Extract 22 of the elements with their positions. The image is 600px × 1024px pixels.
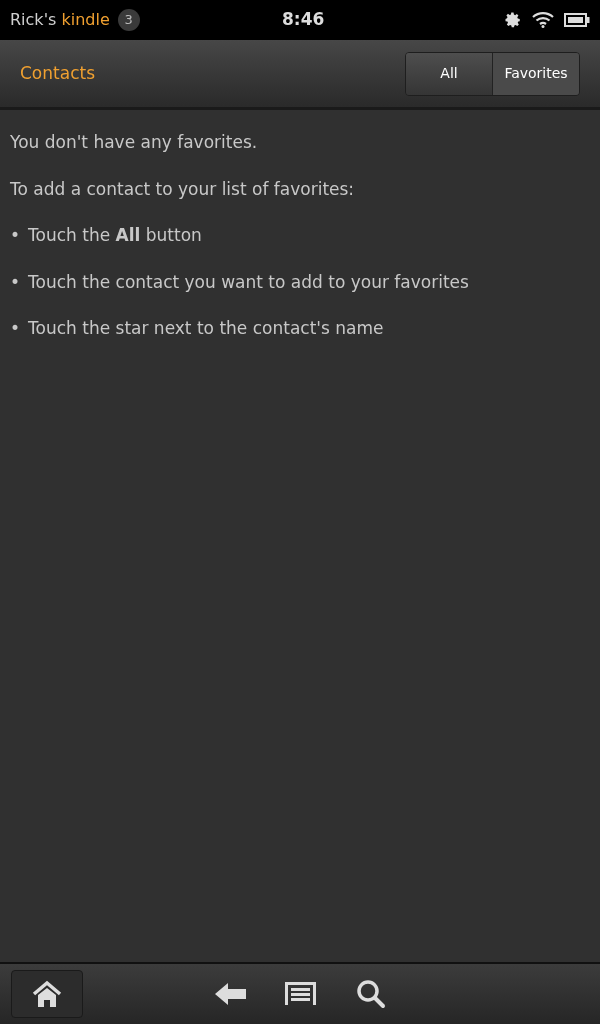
- clock: 8:46: [282, 8, 325, 32]
- instructions: To add a contact to your list of favorites:: [10, 177, 356, 201]
- wifi-icon: [532, 12, 554, 28]
- settings-icon[interactable]: [504, 11, 522, 29]
- battery-icon: [564, 13, 590, 27]
- bullet: •: [10, 224, 21, 247]
- device-name: Rick's kindle: [10, 9, 110, 31]
- search-icon[interactable]: [356, 979, 386, 1009]
- page-title: Contacts: [20, 61, 95, 85]
- menu-icon[interactable]: [285, 982, 316, 1006]
- empty-message: You don't have any favorites.: [10, 131, 259, 154]
- tab[interactable]: Favorites: [492, 52, 579, 95]
- back-icon[interactable]: [215, 982, 247, 1006]
- step-text: Touch the star next to the contact's name: [28, 317, 384, 340]
- step-text: Touch the All button: [28, 224, 202, 247]
- home-icon: [31, 980, 63, 1008]
- notification-count[interactable]: 3: [117, 9, 140, 31]
- step-text: Touch the contact you want to add to your favorites: [28, 270, 469, 294]
- bullet: •: [10, 317, 21, 340]
- tab[interactable]: All: [406, 52, 492, 95]
- home-button[interactable]: [11, 970, 83, 1018]
- bullet: •: [10, 270, 21, 294]
